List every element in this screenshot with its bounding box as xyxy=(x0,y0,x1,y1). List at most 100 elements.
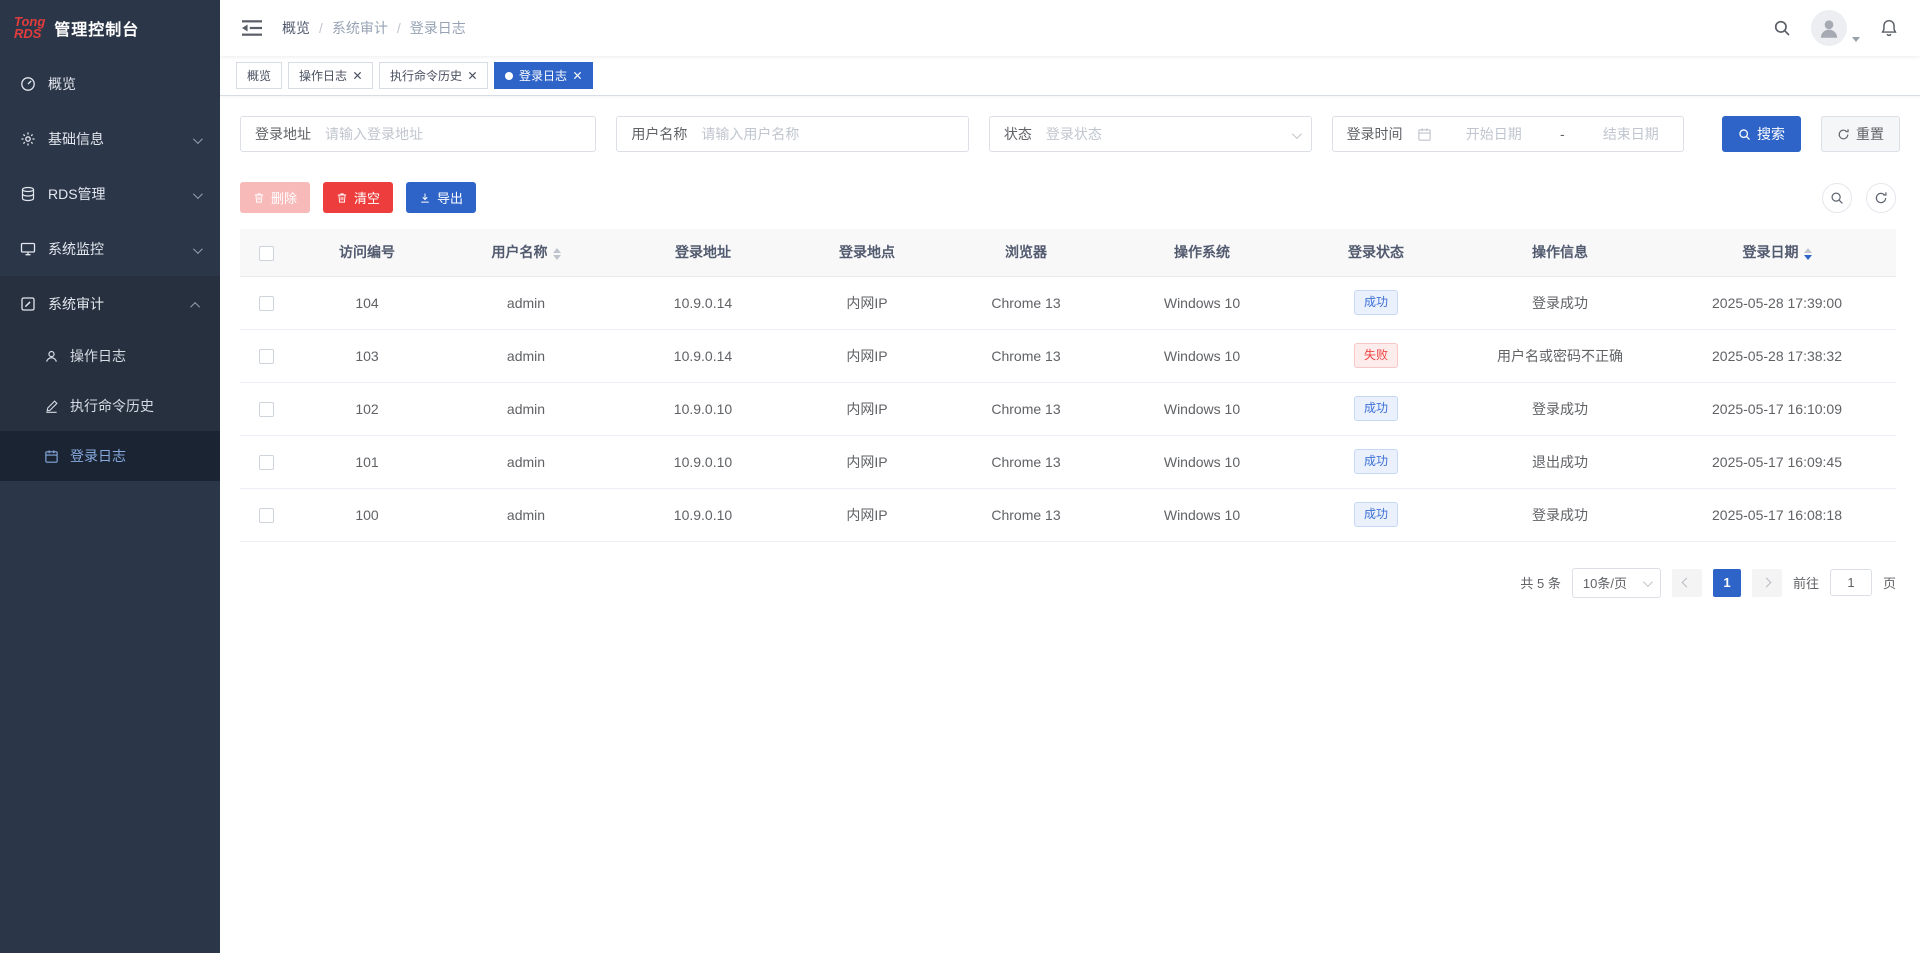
sidebar-item-basic-info[interactable]: 基础信息 xyxy=(0,111,220,166)
show-search-button[interactable] xyxy=(1822,182,1852,213)
tab-overview[interactable]: 概览 xyxy=(236,62,283,89)
next-page-button[interactable] xyxy=(1751,568,1782,597)
cell-id: 102 xyxy=(292,382,442,436)
sidebar-item-command-history[interactable]: 执行命令历史 xyxy=(0,381,220,431)
sidebar-item-overview[interactable]: 概览 xyxy=(0,56,220,111)
sidebar-item-system-audit[interactable]: 系统审计 xyxy=(0,276,220,331)
table-row[interactable]: 102 admin 10.9.0.10 内网IP Chrome 13 Windo… xyxy=(240,382,1896,436)
page-size-select[interactable]: 10条/页 xyxy=(1571,567,1661,598)
table-toolbar: 删除 清空 导出 xyxy=(220,152,1920,213)
end-date-placeholder[interactable]: 结束日期 xyxy=(1579,124,1683,144)
tab-label: 操作日志 xyxy=(299,69,348,83)
chevron-down-icon xyxy=(192,131,203,147)
row-checkbox[interactable] xyxy=(258,454,274,470)
cell-os: Windows 10 xyxy=(1114,276,1290,330)
avatar xyxy=(1811,10,1847,46)
sidebar-item-rds-management[interactable]: RDS管理 xyxy=(0,166,220,221)
pagination: 共 5 条 10条/页 1 前往 页 xyxy=(220,542,1920,598)
col-header-label: 用户名称 xyxy=(491,244,548,261)
col-header-location: 登录地点 xyxy=(796,229,938,277)
logo-line2: RDS xyxy=(14,26,42,41)
close-icon[interactable] xyxy=(573,71,582,80)
filter-bar: 登录地址 用户名称 状态 登录状态 登录时间 开始日期 - 结束 xyxy=(220,96,1920,152)
table-row[interactable]: 101 admin 10.9.0.10 内网IP Chrome 13 Windo… xyxy=(240,435,1896,489)
trash-icon xyxy=(337,192,347,203)
user-name-label: 用户名称 xyxy=(631,126,688,142)
bell-icon[interactable] xyxy=(1880,19,1898,37)
cell-address: 10.9.0.14 xyxy=(610,276,796,330)
goto-page-input[interactable] xyxy=(1829,569,1872,596)
sidebar: Tong RDS 管理控制台 概览 基础信息 RDS管理 系统监控 系统审计 操… xyxy=(0,0,220,953)
login-time-filter[interactable]: 登录时间 开始日期 - 结束日期 xyxy=(1331,116,1684,152)
table-row[interactable]: 104 admin 10.9.0.14 内网IP Chrome 13 Windo… xyxy=(240,276,1896,330)
close-icon[interactable] xyxy=(353,71,362,80)
sidebar-item-label: RDS管理 xyxy=(48,185,106,202)
clear-button-label: 清空 xyxy=(354,191,381,206)
col-header-user[interactable]: 用户名称 xyxy=(442,229,610,277)
calendar-icon xyxy=(1417,127,1431,141)
main-area: 概览 / 系统审计 / 登录日志 概览 操作日志 执行命令历史 登录日志 登录地… xyxy=(220,0,1920,953)
select-all-checkbox[interactable] xyxy=(258,245,274,261)
sort-icon[interactable] xyxy=(552,247,561,260)
tab-operation-log[interactable]: 操作日志 xyxy=(288,62,374,89)
cell-id: 100 xyxy=(292,488,442,542)
monitor-icon xyxy=(20,242,36,255)
sidebar-item-label: 操作日志 xyxy=(70,348,126,364)
tab-command-history[interactable]: 执行命令历史 xyxy=(379,62,489,89)
refresh-table-button[interactable] xyxy=(1866,182,1896,213)
cell-user: admin xyxy=(442,435,610,489)
search-button[interactable]: 搜索 xyxy=(1722,116,1801,152)
login-time-label: 登录时间 xyxy=(1346,126,1403,142)
tab-login-log[interactable]: 登录日志 xyxy=(494,62,594,89)
total-count: 共 5 条 xyxy=(1520,576,1561,591)
login-address-input[interactable] xyxy=(325,126,596,142)
cell-message: 登录成功 xyxy=(1462,276,1658,330)
gear-icon xyxy=(21,132,35,145)
close-icon[interactable] xyxy=(468,71,477,80)
export-button[interactable]: 导出 xyxy=(406,182,477,213)
page-number-1[interactable]: 1 xyxy=(1712,568,1741,597)
sort-icon[interactable] xyxy=(1803,247,1812,260)
reset-button[interactable]: 重置 xyxy=(1821,116,1900,152)
cell-browser: Chrome 13 xyxy=(938,488,1114,542)
cell-message: 用户名或密码不正确 xyxy=(1462,329,1658,383)
sidebar-item-login-log[interactable]: 登录日志 xyxy=(0,431,220,481)
sidebar-item-system-monitor[interactable]: 系统监控 xyxy=(0,221,220,276)
page-size-value: 10条/页 xyxy=(1582,576,1627,591)
select-all-cell xyxy=(240,229,292,277)
user-name-input[interactable] xyxy=(701,126,968,142)
export-button-label: 导出 xyxy=(437,191,464,206)
cell-location: 内网IP xyxy=(796,276,938,330)
sidebar-item-label: 系统审计 xyxy=(48,295,104,312)
page-suffix-label: 页 xyxy=(1882,576,1896,591)
status-filter[interactable]: 状态 登录状态 xyxy=(988,116,1312,152)
row-checkbox[interactable] xyxy=(258,507,274,523)
user-avatar-icon xyxy=(1820,20,1838,38)
chevron-left-icon xyxy=(1682,577,1692,588)
cell-id: 101 xyxy=(292,435,442,489)
dashboard-icon xyxy=(21,76,35,91)
cell-os: Windows 10 xyxy=(1114,382,1290,436)
user-menu[interactable] xyxy=(1811,10,1860,46)
row-checkbox[interactable] xyxy=(258,401,274,417)
breadcrumb-item-overview[interactable]: 概览 xyxy=(282,18,310,38)
col-header-date[interactable]: 登录日期 xyxy=(1658,229,1896,277)
clear-button[interactable]: 清空 xyxy=(323,182,394,213)
search-icon[interactable] xyxy=(1773,19,1791,37)
status-badge: 成功 xyxy=(1353,290,1398,315)
delete-button[interactable]: 删除 xyxy=(240,182,311,213)
table-row[interactable]: 100 admin 10.9.0.10 内网IP Chrome 13 Windo… xyxy=(240,488,1896,542)
prev-page-button[interactable] xyxy=(1671,568,1702,597)
col-header-status: 登录状态 xyxy=(1290,229,1462,277)
row-checkbox[interactable] xyxy=(258,348,274,364)
cell-browser: Chrome 13 xyxy=(938,382,1114,436)
start-date-placeholder[interactable]: 开始日期 xyxy=(1442,124,1546,144)
cell-address: 10.9.0.14 xyxy=(610,329,796,383)
table-row[interactable]: 103 admin 10.9.0.14 内网IP Chrome 13 Windo… xyxy=(240,329,1896,383)
top-bar: 概览 / 系统审计 / 登录日志 xyxy=(220,0,1920,56)
sidebar-item-operation-log[interactable]: 操作日志 xyxy=(0,331,220,381)
cell-location: 内网IP xyxy=(796,329,938,383)
menu-fold-icon[interactable] xyxy=(242,19,262,37)
chevron-down-icon xyxy=(192,241,203,257)
row-checkbox[interactable] xyxy=(258,295,274,311)
